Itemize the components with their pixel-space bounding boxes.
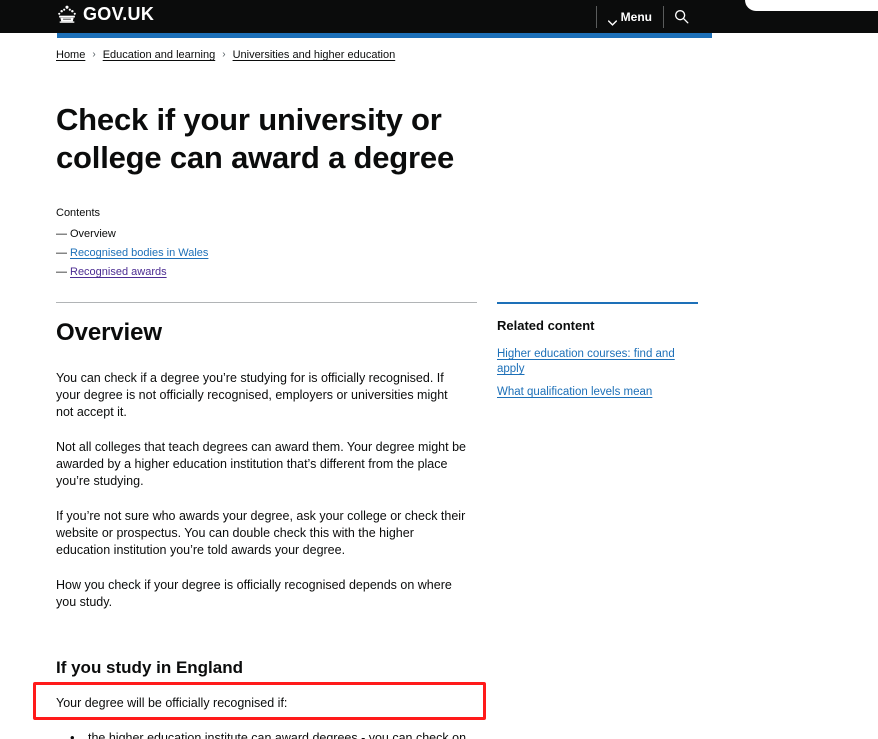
breadcrumb-separator: ›	[92, 49, 96, 60]
bullet-text: the higher education institute can award…	[88, 731, 467, 739]
govuk-logo-link[interactable]: GOV.UK	[56, 5, 154, 23]
page-title: Check if your university or college can …	[56, 102, 454, 175]
contents-item-label[interactable]: Recognised awards	[70, 263, 167, 282]
list-item: the higher education institute can award…	[56, 729, 476, 739]
contents-heading: Contents	[56, 207, 101, 219]
article-body: Overview You can check if a degree you’r…	[56, 318, 477, 739]
menu-button[interactable]: Menu	[597, 0, 663, 33]
section-divider	[56, 302, 477, 303]
paragraph-1: You can check if a degree you’re studyin…	[56, 371, 448, 419]
breadcrumb: Home › Education and learning › Universi…	[56, 48, 395, 62]
header-navigation: Menu	[595, 0, 698, 33]
paragraph-3: If you’re not sure who awards your degre…	[56, 509, 466, 557]
contents-list: — Overview — Recognised bodies in Wales …	[56, 225, 476, 282]
govuk-logo-text: GOV.UK	[83, 4, 155, 24]
chevron-down-icon	[607, 14, 617, 26]
contents-item-overview[interactable]: — Overview	[56, 225, 476, 244]
contents-item-recognised-bodies-in-wales[interactable]: — Recognised bodies in Wales	[56, 244, 476, 263]
section-heading-overview: Overview	[56, 319, 162, 346]
england-intro-text: Your degree will be officially recognise…	[56, 696, 288, 710]
contents-dash-icon: —	[56, 228, 67, 240]
browser-overlay-notch	[745, 0, 878, 11]
menu-label: Menu	[620, 9, 652, 24]
contents-item-label: Overview	[70, 228, 116, 240]
contents-item-label[interactable]: Recognised bodies in Wales	[70, 244, 208, 263]
gov-uk-page: GOV.UK Menu Home › Education and learnin…	[0, 0, 878, 739]
search-button[interactable]	[664, 0, 698, 33]
related-content-rule	[497, 302, 698, 304]
breadcrumb-item-home[interactable]: Home	[56, 48, 85, 62]
contents-item-recognised-awards[interactable]: — Recognised awards	[56, 263, 476, 282]
paragraph-2: Not all colleges that teach degrees can …	[56, 440, 466, 488]
related-content-heading: Related content	[497, 318, 595, 333]
contents-nav: Contents — Overview — Recognised bodies …	[56, 206, 476, 282]
search-icon	[674, 9, 689, 24]
contents-dash-icon: —	[56, 247, 67, 259]
related-content-sidebar: Related content Higher education courses…	[497, 302, 698, 408]
contents-dash-icon: —	[56, 266, 67, 278]
breadcrumb-separator: ›	[222, 49, 226, 60]
recognition-criteria-list: the higher education institute can award…	[56, 729, 477, 739]
breadcrumb-item-education-and-learning[interactable]: Education and learning	[103, 48, 216, 62]
header-accent-bar	[57, 33, 712, 38]
related-link-higher-education-courses[interactable]: Higher education courses: find and apply	[497, 347, 698, 377]
breadcrumb-item-universities-and-higher-education[interactable]: Universities and higher education	[233, 48, 396, 62]
paragraph-4: How you check if your degree is official…	[56, 578, 452, 609]
crown-icon	[56, 5, 78, 23]
section-heading-england: If you study in England	[56, 658, 243, 677]
related-link-qualification-levels[interactable]: What qualification levels mean	[497, 385, 698, 400]
